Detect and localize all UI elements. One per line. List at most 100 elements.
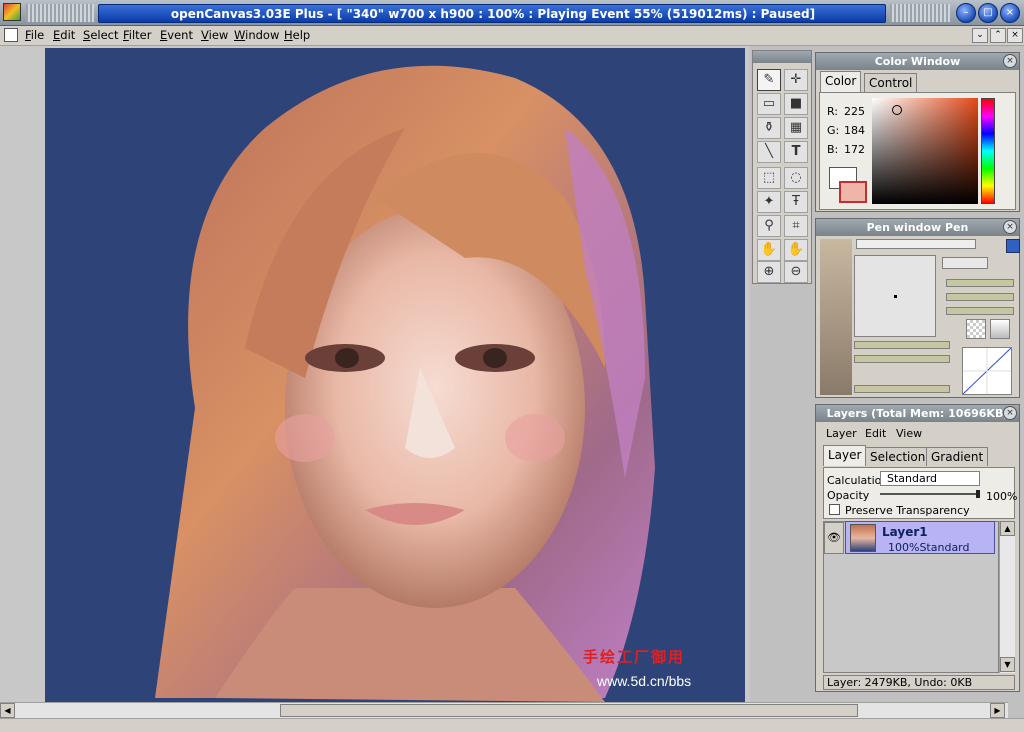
menu-help[interactable]: Help xyxy=(280,28,314,42)
opacity-label: Opacity xyxy=(827,489,870,502)
rotate-hand-icon[interactable]: ✋ xyxy=(784,239,808,261)
tab-color[interactable]: Color xyxy=(820,71,862,92)
g-label: G: xyxy=(827,124,840,137)
gradient-icon[interactable]: ▦ xyxy=(784,117,808,139)
window-title: openCanvas3.03E Plus - [ "340" w700 x h9… xyxy=(170,7,816,21)
layers-menu-edit[interactable]: Edit xyxy=(865,427,886,440)
layers-status: Layer: 2479KB, Undo: 0KB xyxy=(823,675,1015,690)
layers-title[interactable]: Layers (Total Mem: 10696KB) xyxy=(816,405,1019,422)
close-icon[interactable]: × xyxy=(1003,406,1017,420)
preserve-transparency-checkbox[interactable] xyxy=(829,504,840,515)
toolbox-titlebar[interactable] xyxy=(753,51,811,63)
tab-selection[interactable]: Selection xyxy=(865,447,931,466)
tab-layer[interactable]: Layer xyxy=(823,445,867,466)
brush-list[interactable] xyxy=(820,239,852,395)
g-value[interactable]: 184 xyxy=(844,124,865,137)
brush-shape-selector[interactable] xyxy=(942,257,988,269)
layer-list-scrollbar[interactable]: ▲ ▼ xyxy=(999,521,1015,673)
menu-window[interactable]: Window xyxy=(230,28,283,42)
b-value[interactable]: 172 xyxy=(844,143,865,156)
pen-slider-4[interactable] xyxy=(854,341,950,349)
layers-menu-view[interactable]: View xyxy=(896,427,922,440)
scroll-up-icon[interactable]: ▲ xyxy=(1000,521,1015,536)
hand-icon[interactable]: ✋ xyxy=(757,239,781,261)
b-label: B: xyxy=(827,143,839,156)
opacity-slider[interactable] xyxy=(880,490,980,498)
bucket-icon[interactable]: ⚱ xyxy=(757,117,781,139)
painting-canvas[interactable]: 手绘工厂御用 www.5d.cn/bbs xyxy=(45,48,745,702)
horizontal-scrollbar[interactable]: ◀ ▶ xyxy=(0,702,1008,718)
mdi-close-button[interactable]: × xyxy=(1007,28,1023,43)
color-picker-cursor[interactable] xyxy=(892,105,902,115)
pen-slider-6[interactable] xyxy=(854,385,950,393)
mdi-minimize-button[interactable]: ⌄ xyxy=(972,28,988,43)
color-window-title[interactable]: Color Window xyxy=(816,53,1019,70)
menu-edit[interactable]: Edit xyxy=(49,28,79,42)
menu-select[interactable]: Select xyxy=(79,28,123,42)
scroll-down-icon[interactable]: ▼ xyxy=(1000,657,1015,672)
scroll-right-icon[interactable]: ▶ xyxy=(990,703,1005,718)
minimize-button[interactable]: – xyxy=(956,3,976,23)
mdi-restore-button[interactable]: ⌃ xyxy=(990,28,1006,43)
close-icon[interactable]: × xyxy=(1003,220,1017,234)
background-color-swatch[interactable] xyxy=(839,181,867,203)
menu-view[interactable]: View xyxy=(197,28,232,42)
title-grip-left xyxy=(26,4,94,22)
app-icon[interactable] xyxy=(3,3,21,21)
menu-filter[interactable]: Filter xyxy=(119,28,155,42)
menu-file[interactable]: File xyxy=(21,28,48,42)
texture-icon[interactable] xyxy=(966,319,986,339)
pen-slider-2[interactable] xyxy=(946,293,1014,301)
crop-icon[interactable]: ⌗ xyxy=(784,215,808,237)
r-value[interactable]: 225 xyxy=(844,105,865,118)
menu-event[interactable]: Event xyxy=(156,28,197,42)
transform-icon[interactable]: ▭ xyxy=(757,93,781,115)
preserve-transparency-label: Preserve Transparency xyxy=(845,504,970,517)
rect-select-icon[interactable]: ⬚ xyxy=(757,167,781,189)
pressure-curve-line xyxy=(962,347,1012,395)
title-strip: openCanvas3.03E Plus - [ "340" w700 x h9… xyxy=(98,4,886,23)
zoom-in-icon[interactable]: ⊕ xyxy=(757,261,781,283)
tab-gradient[interactable]: Gradient xyxy=(926,447,989,466)
menu-bar: File Edit Select Filter Event View Windo… xyxy=(0,26,1024,46)
tab-control[interactable]: Control xyxy=(864,73,918,92)
opacity-slider-knob[interactable] xyxy=(976,490,980,498)
eye-icon[interactable]: 👁 xyxy=(824,522,844,554)
pen-slider-1[interactable] xyxy=(946,279,1014,287)
pen-window-title[interactable]: Pen window Pen xyxy=(816,219,1019,236)
opacity-value: 100% xyxy=(986,490,1018,503)
close-icon[interactable]: × xyxy=(1003,54,1017,68)
lasso-icon[interactable]: ◌ xyxy=(784,167,808,189)
watermark-chinese: 手绘工厂御用 xyxy=(583,648,686,666)
scroll-thumb[interactable] xyxy=(280,704,858,717)
close-button[interactable]: × xyxy=(1000,3,1020,23)
layers-menu-layer[interactable]: Layer xyxy=(826,427,857,440)
title-bar[interactable]: openCanvas3.03E Plus - [ "340" w700 x h9… xyxy=(0,0,1024,26)
save-icon[interactable] xyxy=(1006,239,1020,253)
pen-tool-icon[interactable]: ✎ xyxy=(757,69,781,91)
fill-rect-icon[interactable]: ■ xyxy=(784,93,808,115)
text-icon[interactable]: T xyxy=(784,141,808,163)
pen-slider-3[interactable] xyxy=(946,307,1014,315)
move-icon[interactable]: ✛ xyxy=(784,69,808,91)
pressure-curve[interactable] xyxy=(962,347,1012,395)
pen-window-panel: Pen window Pen × xyxy=(815,218,1020,398)
text-select-icon[interactable]: Ŧ xyxy=(784,191,808,213)
document-icon[interactable] xyxy=(4,28,18,42)
scroll-left-icon[interactable]: ◀ xyxy=(0,703,15,718)
hue-slider[interactable] xyxy=(981,98,995,204)
eyedropper-icon[interactable]: ⚲ xyxy=(757,215,781,237)
zoom-out-icon[interactable]: ⊖ xyxy=(784,261,808,283)
maximize-button[interactable]: □ xyxy=(978,3,998,23)
brush-size-ruler[interactable] xyxy=(856,239,976,249)
layer-thumbnail xyxy=(850,524,876,552)
magic-wand-icon[interactable]: ✦ xyxy=(757,191,781,213)
layer-row[interactable]: Layer1 100%Standard xyxy=(845,521,995,554)
pen-slider-5[interactable] xyxy=(854,355,950,363)
status-bar xyxy=(0,718,1024,732)
color-saturation-picker[interactable] xyxy=(872,98,978,204)
layers-panel: Layers (Total Mem: 10696KB) × Layer Edit… xyxy=(815,404,1020,692)
calculation-select[interactable]: Standard xyxy=(880,471,980,486)
line-icon[interactable]: ╲ xyxy=(757,141,781,163)
paper-icon[interactable] xyxy=(990,319,1010,339)
